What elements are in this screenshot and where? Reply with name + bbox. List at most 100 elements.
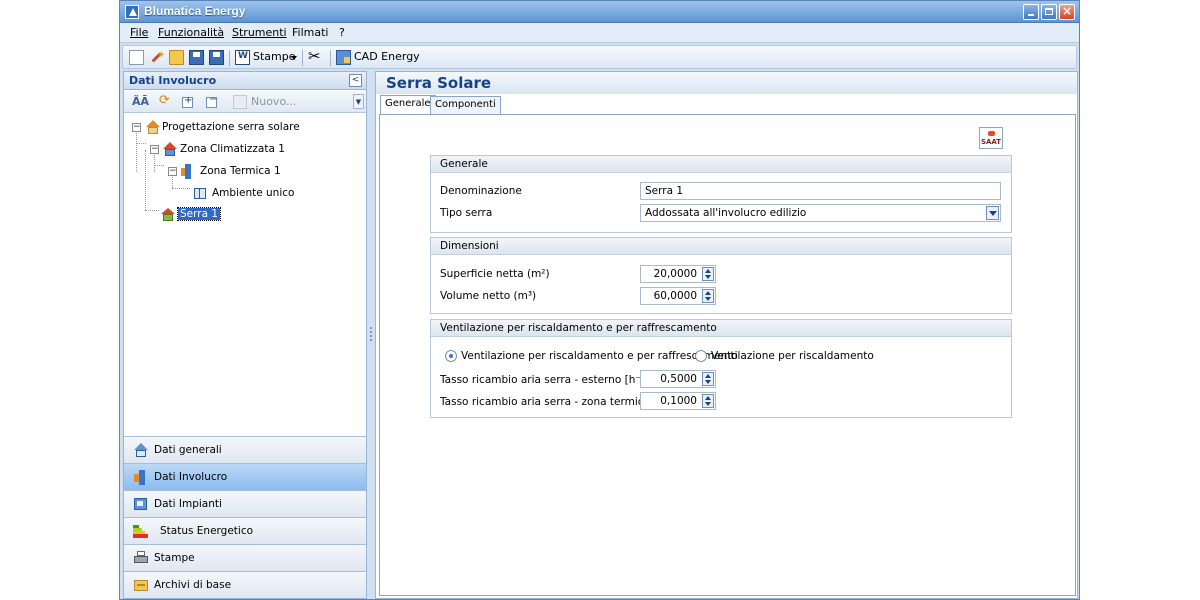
nav-label: Dati Involucro	[154, 471, 228, 483]
tree-node-label: Zona Climatizzata 1	[180, 143, 285, 155]
nav-dati-impianti[interactable]: Dati Impianti	[124, 490, 366, 517]
menu-funzionalita[interactable]: Funzionalità	[158, 26, 224, 39]
menu-help[interactable]: ?	[339, 26, 345, 39]
group-header: Dimensioni	[431, 238, 1011, 255]
tab-generale[interactable]: Generale	[380, 95, 436, 114]
tipo-serra-value: Addossata all'involucro edilizio	[645, 207, 807, 219]
new-item-icon	[233, 95, 247, 109]
tree-node-ambiente-unico[interactable]: Ambiente unico	[124, 186, 364, 202]
minimize-button[interactable]	[1023, 4, 1039, 20]
tree-filter-icon[interactable]: ÃĀ	[132, 95, 149, 109]
collapse-panel-button[interactable]: <	[349, 74, 362, 87]
section-navigation: Dati generali Dati Involucro Dati Impian…	[124, 436, 366, 598]
close-icon: ×	[1062, 4, 1073, 18]
nav-label: Status Energetico	[160, 525, 254, 537]
open-folder-icon[interactable]	[169, 50, 184, 65]
left-panel-header: Dati Involucro <	[124, 72, 366, 90]
stampe-dropdown-button[interactable]: Stampe	[253, 50, 296, 63]
tools-icon[interactable]: ✂	[308, 47, 324, 65]
window-title: Blumatica Energy	[144, 4, 246, 18]
main-panel: Serra Solare Generale Componenti SAAT Ge…	[375, 71, 1078, 599]
energy-chart-icon	[133, 524, 149, 539]
volume-netto-value: 60,0000	[653, 290, 697, 302]
group-ventilazione: Ventilazione per riscaldamento e per raf…	[430, 319, 1012, 418]
nav-label: Stampe	[154, 552, 195, 564]
save-all-icon[interactable]	[209, 50, 224, 65]
nuovo-dropdown-button[interactable]: ▼	[353, 94, 364, 109]
tasso-esterno-label: Tasso ricambio aria serra - esterno [h⁻¹…	[440, 374, 650, 386]
spinner-icon[interactable]	[702, 394, 714, 408]
chevron-down-icon[interactable]	[986, 206, 999, 220]
radio-riscaldamento-raffrescamento[interactable]	[445, 350, 457, 362]
superficie-netta-label: Superficie netta (m²)	[440, 268, 550, 280]
nav-status-energetico[interactable]: Status Energetico	[124, 517, 366, 544]
radio-riscaldamento[interactable]	[695, 350, 707, 362]
menu-filmati[interactable]: Filmati	[292, 26, 328, 39]
menu-bar: File Funzionalità Strumenti Filmati ?	[120, 23, 1079, 43]
maximize-button[interactable]	[1041, 4, 1057, 20]
printer-icon	[133, 551, 149, 566]
tree-node-zona-termica[interactable]: − Zona Termica 1	[124, 164, 364, 180]
save-icon[interactable]	[189, 50, 204, 65]
main-toolbar: ✦ W Stampe ✂ CAD Energy	[122, 45, 1077, 69]
close-button[interactable]: ×	[1059, 4, 1075, 20]
tree-node-label: Progettazione serra solare	[162, 121, 300, 133]
tasso-esterno-input[interactable]: 0,5000	[640, 370, 716, 388]
tree-node-zona-climatizzata[interactable]: − Zona Climatizzata 1	[124, 142, 364, 158]
house-icon	[144, 120, 160, 135]
zone-termica-icon	[180, 164, 196, 179]
spinner-icon[interactable]	[702, 289, 714, 303]
group-dimensioni: Dimensioni Superficie netta (m²) 20,0000…	[430, 237, 1012, 314]
room-icon	[192, 186, 208, 201]
spinner-icon[interactable]	[702, 267, 714, 281]
menu-file[interactable]: File	[130, 26, 148, 39]
cad-energy-button[interactable]: CAD Energy	[354, 50, 420, 63]
nav-dati-involucro[interactable]: Dati Involucro	[124, 463, 366, 490]
tree-toolbar: ÃĀ ⟳ + − Nuovo... ▼	[124, 91, 366, 113]
tipo-serra-select[interactable]: Addossata all'involucro edilizio	[640, 204, 1001, 222]
collapse-all-icon[interactable]: −	[206, 94, 217, 108]
panel-splitter[interactable]	[368, 71, 374, 599]
zone-climatizzata-icon	[162, 142, 178, 157]
tree-node-serra-1[interactable]: Serra 1	[124, 207, 364, 223]
tree-collapse-toggle[interactable]: −	[150, 145, 159, 154]
group-title: Dimensioni	[440, 240, 499, 252]
word-print-icon[interactable]: W	[235, 50, 250, 65]
nav-archivi-di-base[interactable]: Archivi di base	[124, 571, 366, 598]
group-title: Generale	[440, 158, 488, 170]
cad-energy-icon[interactable]	[336, 50, 351, 65]
nav-label: Archivi di base	[154, 579, 232, 591]
tab-panel-generale: SAAT Generale Denominazione Serra 1 Tipo…	[379, 114, 1076, 596]
spinner-icon[interactable]	[702, 372, 714, 386]
tasso-zona-input[interactable]: 0,1000	[640, 392, 716, 410]
toolbar-separator	[330, 50, 331, 66]
refresh-icon[interactable]: ⟳	[158, 93, 172, 109]
new-document-icon[interactable]	[129, 50, 144, 65]
tipo-serra-label: Tipo serra	[440, 207, 493, 219]
app-logo-icon	[125, 5, 139, 19]
wizard-icon[interactable]: ✦	[149, 50, 165, 65]
group-header: Ventilazione per riscaldamento e per raf…	[431, 320, 1011, 337]
superficie-netta-input[interactable]: 20,0000	[640, 265, 716, 283]
radio-riscaldamento-label: Ventilazione per riscaldamento	[711, 350, 874, 362]
tasso-zona-value: 0,1000	[660, 395, 697, 407]
nav-label: Dati Impianti	[154, 498, 222, 510]
denominazione-input[interactable]: Serra 1	[640, 182, 1001, 200]
expand-all-icon[interactable]: +	[182, 95, 193, 108]
volume-netto-input[interactable]: 60,0000	[640, 287, 716, 305]
chevron-down-icon	[291, 56, 297, 60]
saat-button[interactable]: SAAT	[979, 127, 1003, 149]
menu-strumenti[interactable]: Strumenti	[232, 26, 287, 39]
tree-collapse-toggle[interactable]: −	[132, 123, 141, 132]
tree-node-progettazione[interactable]: − Progettazione serra solare	[124, 120, 364, 136]
building-icon	[133, 470, 149, 485]
plant-icon	[133, 497, 149, 512]
nav-dati-generali[interactable]: Dati generali	[124, 436, 366, 463]
nav-stampe[interactable]: Stampe	[124, 544, 366, 571]
tab-componenti[interactable]: Componenti	[430, 96, 501, 114]
tree-collapse-toggle[interactable]: −	[168, 167, 177, 176]
main-panel-header: Serra Solare	[376, 72, 1077, 94]
toolbar-separator	[229, 50, 230, 66]
nuovo-button[interactable]: Nuovo...	[251, 95, 296, 108]
page-title: Serra Solare	[386, 74, 492, 92]
